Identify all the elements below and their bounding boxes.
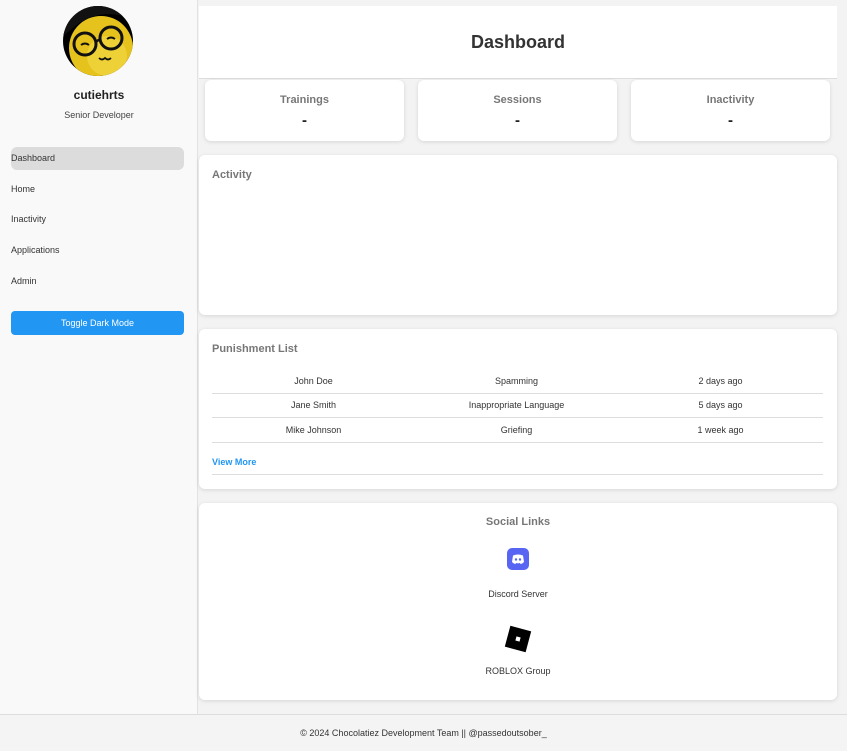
punishment-reason: Griefing — [500, 424, 533, 435]
sidebar: cutiehrts Senior Developer Dashboard Hom… — [0, 0, 198, 714]
roblox-group-label: ROBLOX Group — [485, 666, 551, 676]
discord-server-link[interactable]: Discord Server — [199, 548, 837, 599]
stat-value: - — [515, 112, 520, 129]
roblox-icon — [504, 625, 532, 653]
sidebar-item-applications[interactable]: Applications — [11, 239, 184, 262]
sidebar-item-dashboard[interactable]: Dashboard — [11, 147, 184, 170]
sidebar-item-label: Applications — [11, 245, 60, 255]
avatar-image — [63, 6, 133, 76]
punished-user: Mike Johnson — [285, 424, 342, 435]
footer-text: © 2024 Chocolatiez Development Team || @… — [300, 728, 547, 738]
stat-value: - — [728, 112, 733, 129]
punishment-time: 1 week ago — [697, 424, 744, 435]
table-row: Jane Smith Inappropriate Language 5 days… — [212, 394, 823, 418]
table-row: John Doe Spamming 2 days ago — [212, 369, 823, 394]
stat-value: - — [302, 112, 307, 129]
footer: © 2024 Chocolatiez Development Team || @… — [0, 714, 847, 751]
activity-card: Activity — [199, 155, 837, 315]
page-header: Dashboard — [199, 6, 837, 79]
app-root: cutiehrts Senior Developer Dashboard Hom… — [0, 0, 847, 751]
stat-label: Inactivity — [706, 94, 755, 106]
punishment-table: John Doe Spamming 2 days ago Jane Smith … — [212, 369, 823, 443]
stat-label: Sessions — [493, 94, 542, 106]
stat-card-sessions: Sessions - — [418, 80, 617, 141]
sidebar-item-inactivity[interactable]: Inactivity — [11, 208, 184, 231]
sidebar-item-label: Dashboard — [11, 153, 56, 163]
punishment-reason: Inappropriate Language — [468, 400, 565, 411]
sidebar-item-home[interactable]: Home — [11, 178, 184, 201]
table-row: Mike Johnson Griefing 1 week ago — [212, 418, 823, 443]
punishment-time: 5 days ago — [698, 400, 743, 411]
stat-card-trainings: Trainings - — [205, 80, 404, 141]
stat-label: Trainings — [280, 94, 329, 106]
sidebar-item-label: Admin — [11, 276, 37, 286]
toggle-dark-mode-button[interactable]: Toggle Dark Mode — [11, 311, 184, 335]
discord-icon — [507, 548, 529, 570]
punished-user: John Doe — [294, 375, 333, 386]
punishment-time: 2 days ago — [698, 375, 743, 386]
activity-title: Activity — [212, 169, 252, 181]
discord-server-label: Discord Server — [488, 589, 548, 599]
sidebar-item-label: Home — [11, 184, 36, 194]
username: cutiehrts — [73, 88, 125, 102]
sidebar-item-label: Inactivity — [11, 214, 47, 224]
avatar — [63, 6, 133, 76]
punished-user: Jane Smith — [290, 400, 337, 411]
view-more-link[interactable]: View More — [212, 457, 256, 467]
page-title: Dashboard — [470, 31, 566, 52]
stat-card-inactivity: Inactivity - — [631, 80, 830, 141]
roblox-group-link[interactable]: ROBLOX Group — [199, 625, 837, 676]
main-content: Dashboard Trainings - Sessions - Inactiv… — [199, 0, 847, 714]
divider — [212, 474, 823, 475]
social-links-title: Social Links — [485, 516, 551, 528]
sidebar-item-admin[interactable]: Admin — [11, 270, 184, 293]
user-role: Senior Developer — [64, 110, 134, 120]
punishment-reason: Spamming — [494, 375, 539, 386]
punishment-list-title: Punishment List — [212, 343, 298, 355]
